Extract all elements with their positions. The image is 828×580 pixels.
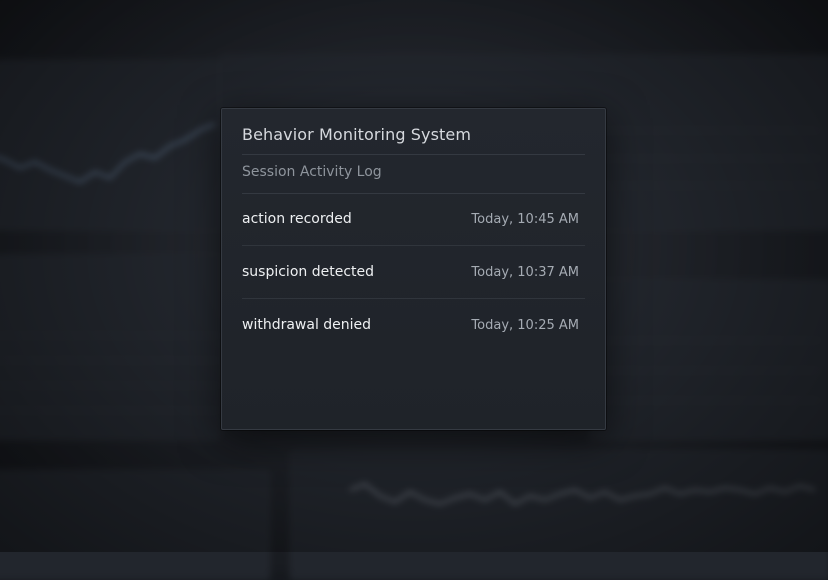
log-entry-action: suspicion detected: [242, 264, 375, 280]
log-entry: suspicion detected Today, 10:37 AM: [242, 246, 585, 299]
modal-subtitle: Session Activity Log: [242, 164, 382, 180]
log-entry: action recorded Today, 10:45 AM: [242, 193, 585, 246]
activity-log-list: action recorded Today, 10:45 AM suspicio…: [242, 193, 585, 351]
log-entry-time: Today, 10:25 AM: [471, 318, 579, 333]
log-entry-time: Today, 10:37 AM: [471, 265, 579, 280]
log-entry-action: withdrawal denied: [242, 317, 372, 333]
log-entry: withdrawal denied Today, 10:25 AM: [242, 299, 585, 351]
modal-title-divider: [242, 154, 585, 155]
modal-title: Behavior Monitoring System: [242, 125, 472, 144]
activity-log-modal: Behavior Monitoring System Session Activ…: [221, 108, 606, 430]
log-entry-action: action recorded: [242, 211, 352, 227]
log-entry-time: Today, 10:45 AM: [471, 212, 579, 227]
